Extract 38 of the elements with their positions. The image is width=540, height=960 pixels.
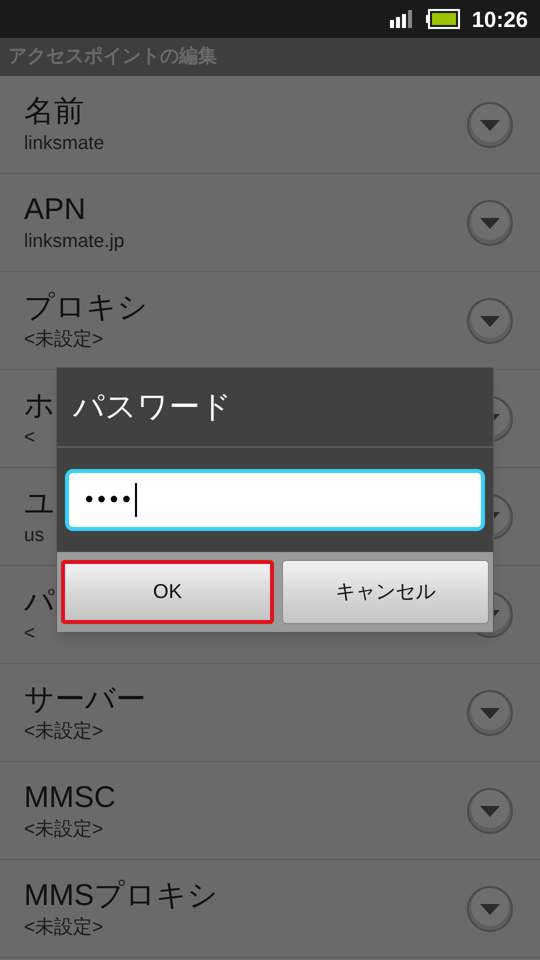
setting-row[interactable]: サーバー <未設定>: [0, 664, 540, 762]
dialog-button[interactable]: キャンセル: [282, 560, 489, 624]
setting-value: linksmate.jp: [24, 230, 124, 254]
setting-row[interactable]: 名前 linksmate: [0, 76, 540, 174]
dropdown-icon[interactable]: [466, 198, 514, 246]
setting-value: <未設定>: [24, 720, 104, 744]
setting-row[interactable]: MMSC <未設定>: [0, 762, 540, 860]
setting-title: ユ: [24, 486, 55, 522]
setting-value: <: [24, 622, 36, 646]
signal-icon: [390, 10, 414, 28]
setting-value: <: [24, 426, 36, 450]
setting-title: プロキシ: [24, 290, 148, 326]
battery-icon: [426, 9, 460, 29]
setting-title: MMSプロキシ: [24, 878, 218, 914]
setting-title: パ: [24, 584, 55, 620]
setting-title: MMSC: [24, 780, 116, 816]
setting-value: linksmate: [24, 132, 104, 156]
setting-value: <未設定>: [24, 818, 104, 842]
dropdown-icon[interactable]: [466, 688, 514, 736]
setting-title: APN: [24, 192, 86, 228]
text-cursor: [134, 483, 137, 517]
setting-value: us: [24, 524, 44, 548]
setting-title: 名前: [24, 94, 84, 130]
setting-row[interactable]: MMSプロキシ <未設定>: [0, 860, 540, 958]
setting-title: ホ: [24, 388, 55, 424]
dialog-title: パスワード: [73, 388, 232, 426]
dropdown-icon[interactable]: [466, 100, 514, 148]
password-field[interactable]: ••••: [65, 469, 485, 531]
setting-row[interactable]: APN linksmate.jp: [0, 174, 540, 272]
dropdown-icon[interactable]: [466, 786, 514, 834]
setting-value: <未設定>: [24, 328, 104, 352]
password-value: ••••: [85, 485, 135, 515]
dropdown-icon[interactable]: [466, 296, 514, 344]
clock: 10:26: [472, 6, 528, 34]
dialog-button[interactable]: OK: [61, 560, 274, 624]
setting-title: サーバー: [24, 682, 146, 718]
setting-value: <未設定>: [24, 916, 104, 940]
dropdown-icon[interactable]: [466, 884, 514, 932]
